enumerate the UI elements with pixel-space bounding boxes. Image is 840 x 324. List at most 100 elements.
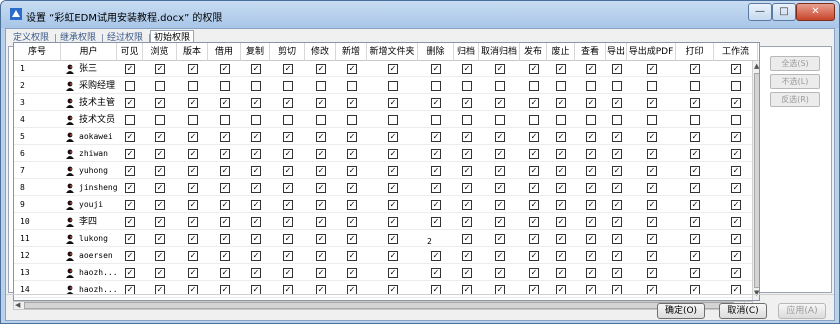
permission-checkbox[interactable]: ✓ <box>155 132 165 142</box>
permission-checkbox[interactable]: ✓ <box>556 64 566 74</box>
permission-checkbox[interactable]: ✓ <box>188 217 198 227</box>
column-header[interactable]: 借用 <box>208 43 241 61</box>
permission-checkbox[interactable]: ✓ <box>431 132 441 142</box>
permission-checkbox[interactable]: ✓ <box>316 64 326 74</box>
apply-button[interactable]: 应用(A) <box>778 303 826 319</box>
table-row[interactable]: 3 技术主管 ✓ ✓ ✓ ✓ ✓ ✓ ✓ ✓ ✓ ✓ ✓ ✓ ✓ ✓ ✓ ✓ ✓ ✓ ✓ <box>14 95 759 111</box>
permission-checkbox[interactable]: ✓ <box>495 149 505 159</box>
permission-checkbox[interactable]: ✓ <box>316 234 326 244</box>
close-button[interactable]: ✕ <box>796 3 835 21</box>
permission-checkbox[interactable]: ✓ <box>612 98 622 108</box>
permission-checkbox[interactable]: ✓ <box>462 200 472 210</box>
permission-checkbox[interactable] <box>431 115 441 125</box>
permission-checkbox[interactable]: ✓ <box>125 64 135 74</box>
permission-checkbox[interactable]: ✓ <box>495 98 505 108</box>
permission-checkbox[interactable]: ✓ <box>188 98 198 108</box>
permission-checkbox[interactable]: ✓ <box>556 234 566 244</box>
permission-checkbox[interactable]: ✓ <box>647 200 657 210</box>
permission-checkbox[interactable]: ✓ <box>155 64 165 74</box>
permission-checkbox[interactable]: ✓ <box>690 200 700 210</box>
horizontal-scrollbar[interactable]: ◀ ▶ <box>13 301 753 310</box>
permission-checkbox[interactable]: ✓ <box>731 149 741 159</box>
permission-checkbox[interactable]: ✓ <box>316 149 326 159</box>
permission-checkbox[interactable] <box>155 115 165 125</box>
permission-checkbox[interactable]: ✓ <box>731 183 741 193</box>
permission-checkbox[interactable] <box>388 115 398 125</box>
permission-checkbox[interactable]: ✓ <box>612 251 622 261</box>
permission-checkbox[interactable]: ✓ <box>316 132 326 142</box>
permission-checkbox[interactable]: ✓ <box>731 234 741 244</box>
permission-checkbox[interactable]: ✓ <box>431 183 441 193</box>
permission-checkbox[interactable]: ✓ <box>495 234 505 244</box>
permission-checkbox[interactable]: ✓ <box>462 251 472 261</box>
permission-checkbox[interactable]: ✓ <box>188 132 198 142</box>
column-header[interactable]: 剪切 <box>270 43 305 61</box>
permission-checkbox[interactable]: ✓ <box>220 234 230 244</box>
permission-checkbox[interactable] <box>612 115 622 125</box>
permission-checkbox[interactable]: ✓ <box>462 183 472 193</box>
permission-checkbox[interactable]: ✓ <box>347 132 357 142</box>
select-all-button[interactable]: 全选(S) <box>770 56 820 71</box>
permission-checkbox[interactable]: ✓ <box>283 166 293 176</box>
permission-checkbox[interactable]: ✓ <box>347 268 357 278</box>
table-row[interactable]: 8 jinsheng ✓ ✓ ✓ ✓ ✓ ✓ ✓ ✓ ✓ ✓ ✓ ✓ ✓ ✓ ✓ ✓ ✓ ✓ ✓ <box>14 180 759 196</box>
permission-checkbox[interactable]: ✓ <box>690 166 700 176</box>
permission-checkbox[interactable] <box>125 115 135 125</box>
permission-checkbox[interactable]: ✓ <box>462 234 472 244</box>
permission-checkbox[interactable]: ✓ <box>731 217 741 227</box>
permission-checkbox[interactable]: ✓ <box>347 149 357 159</box>
permission-checkbox[interactable]: ✓ <box>155 268 165 278</box>
permission-checkbox[interactable]: ✓ <box>731 98 741 108</box>
permission-checkbox[interactable]: ✓ <box>556 98 566 108</box>
permission-checkbox[interactable]: ✓ <box>647 64 657 74</box>
table-row[interactable]: 11 lukong ✓ ✓ ✓ ✓ ✓ ✓ ✓ ✓ ✓ 2 ✓ ✓ ✓ ✓ ✓ ✓ ✓ ✓ ✓ <box>14 231 759 247</box>
permission-checkbox[interactable]: ✓ <box>125 200 135 210</box>
permission-checkbox[interactable]: ✓ <box>612 234 622 244</box>
permission-checkbox[interactable] <box>556 115 566 125</box>
permission-checkbox[interactable]: ✓ <box>220 64 230 74</box>
permission-checkbox[interactable]: ✓ <box>316 98 326 108</box>
permission-checkbox[interactable]: ✓ <box>586 149 596 159</box>
permission-checkbox[interactable]: ✓ <box>462 132 472 142</box>
table-row[interactable]: 2 采购经理 <box>14 78 759 94</box>
permission-checkbox[interactable]: ✓ <box>388 251 398 261</box>
permission-checkbox[interactable]: ✓ <box>529 234 539 244</box>
permission-checkbox[interactable]: ✓ <box>188 251 198 261</box>
permission-checkbox[interactable] <box>220 115 230 125</box>
permission-checkbox[interactable] <box>690 115 700 125</box>
permission-checkbox[interactable] <box>251 115 261 125</box>
permission-checkbox[interactable]: ✓ <box>495 183 505 193</box>
permission-checkbox[interactable]: ✓ <box>556 132 566 142</box>
column-header[interactable]: 导出 <box>606 43 627 61</box>
maximize-button[interactable]: □ <box>772 3 796 21</box>
permission-checkbox[interactable]: ✓ <box>251 268 261 278</box>
permission-checkbox[interactable]: ✓ <box>431 251 441 261</box>
permission-checkbox[interactable]: ✓ <box>529 64 539 74</box>
permission-checkbox[interactable]: ✓ <box>388 183 398 193</box>
permission-checkbox[interactable]: ✓ <box>316 251 326 261</box>
permission-checkbox[interactable]: ✓ <box>529 166 539 176</box>
select-none-button[interactable]: 不选(L) <box>770 74 820 89</box>
permission-checkbox[interactable]: ✓ <box>462 64 472 74</box>
permission-checkbox[interactable] <box>690 81 700 91</box>
permission-checkbox[interactable]: ✓ <box>155 183 165 193</box>
permission-checkbox[interactable]: ✓ <box>220 268 230 278</box>
permission-checkbox[interactable]: ✓ <box>731 166 741 176</box>
permission-checkbox[interactable]: ✓ <box>188 268 198 278</box>
permission-checkbox[interactable] <box>347 115 357 125</box>
permission-checkbox[interactable]: ✓ <box>586 268 596 278</box>
permission-checkbox[interactable]: ✓ <box>647 234 657 244</box>
permission-checkbox[interactable]: ✓ <box>529 149 539 159</box>
permission-checkbox[interactable]: ✓ <box>125 217 135 227</box>
column-header[interactable]: 删除 <box>418 43 454 61</box>
permission-checkbox[interactable]: ✓ <box>388 98 398 108</box>
permission-checkbox[interactable]: ✓ <box>347 234 357 244</box>
column-header[interactable]: 版本 <box>177 43 208 61</box>
permission-checkbox[interactable] <box>220 81 230 91</box>
table-row[interactable]: 14 haozh... ✓ ✓ ✓ ✓ ✓ ✓ ✓ ✓ ✓ ✓ ✓ ✓ ✓ ✓ ✓ ✓ ✓ ✓ ✓ <box>14 282 759 298</box>
permission-checkbox[interactable] <box>586 81 596 91</box>
permission-checkbox[interactable] <box>495 115 505 125</box>
permission-checkbox[interactable]: ✓ <box>251 217 261 227</box>
permission-checkbox[interactable]: ✓ <box>586 132 596 142</box>
permission-checkbox[interactable]: ✓ <box>251 149 261 159</box>
